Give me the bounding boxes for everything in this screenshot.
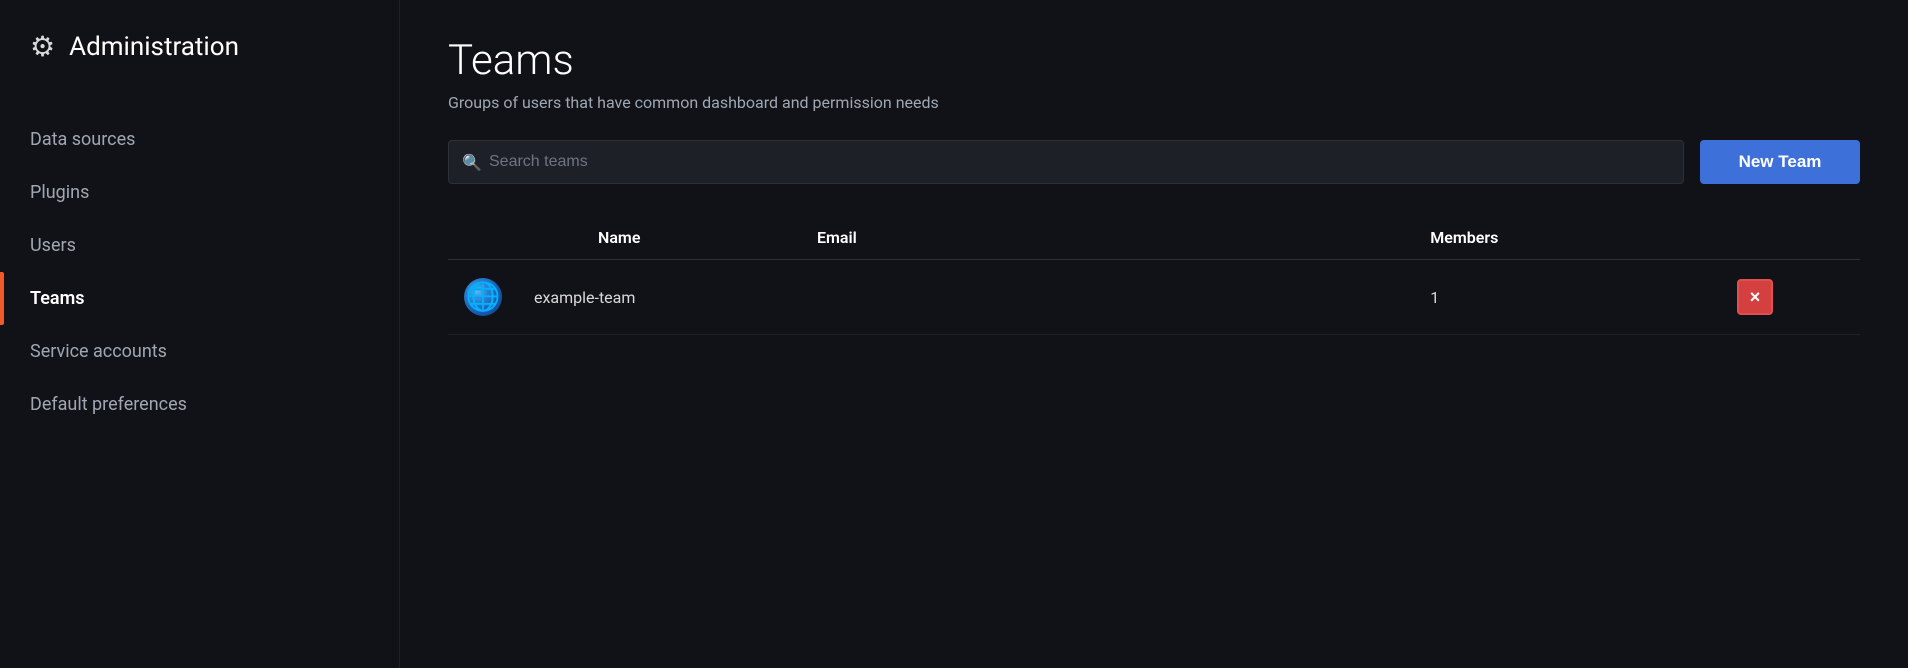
table-row: example-team 1 ×	[448, 260, 1860, 335]
team-members-cell: 1	[1414, 260, 1721, 335]
sidebar-item-plugins[interactable]: Plugins	[0, 166, 399, 219]
page-subtitle: Groups of users that have common dashboa…	[448, 93, 1860, 112]
sidebar: ⚙ Administration Data sources Plugins Us…	[0, 0, 400, 668]
sidebar-item-service-accounts[interactable]: Service accounts	[0, 325, 399, 378]
delete-team-button[interactable]: ×	[1737, 279, 1773, 315]
team-name-cell[interactable]: example-team	[518, 260, 801, 335]
sidebar-item-data-sources[interactable]: Data sources	[0, 113, 399, 166]
gear-icon: ⚙	[30, 30, 55, 63]
col-header-members: Members	[1414, 216, 1721, 260]
sidebar-item-teams[interactable]: Teams	[0, 272, 399, 325]
col-header-name: Name	[518, 216, 801, 260]
new-team-button[interactable]: New Team	[1700, 140, 1860, 184]
col-header-actions	[1721, 216, 1860, 260]
team-avatar-cell	[448, 260, 518, 335]
col-header-avatar	[448, 216, 518, 260]
search-input[interactable]	[448, 140, 1684, 184]
page-title: Teams	[448, 36, 1860, 85]
team-email-cell	[801, 260, 1414, 335]
team-actions-cell: ×	[1721, 260, 1860, 335]
sidebar-item-default-preferences[interactable]: Default preferences	[0, 378, 399, 431]
col-header-email: Email	[801, 216, 1414, 260]
search-icon: 🔍	[462, 153, 482, 172]
sidebar-title: Administration	[69, 32, 239, 62]
main-content: Teams Groups of users that have common d…	[400, 0, 1908, 668]
search-row: 🔍 New Team	[448, 140, 1860, 184]
avatar	[464, 278, 502, 316]
sidebar-item-users[interactable]: Users	[0, 219, 399, 272]
sidebar-nav: Data sources Plugins Users Teams Service…	[0, 113, 399, 431]
sidebar-header: ⚙ Administration	[0, 0, 399, 93]
table-header-row: Name Email Members	[448, 216, 1860, 260]
search-container: 🔍	[448, 140, 1684, 184]
teams-table: Name Email Members example-team 1 ×	[448, 216, 1860, 335]
